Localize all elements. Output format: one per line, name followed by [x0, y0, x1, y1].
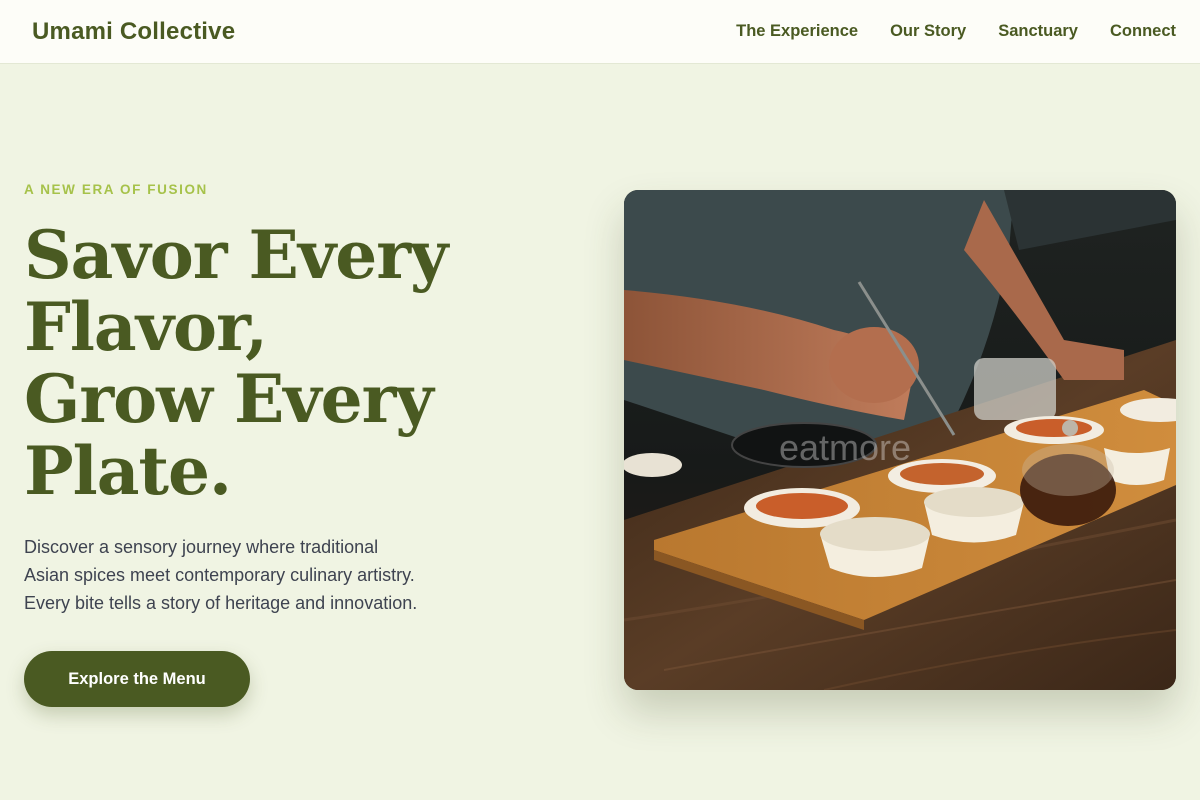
headline-line-2: Flavor,: [24, 288, 268, 366]
description-line-3: Every bite tells a story of heritage and…: [24, 593, 418, 613]
headline-line-4: Plate.: [24, 432, 232, 510]
top-navbar: Umami Collective The Experience Our Stor…: [0, 0, 1200, 64]
headline-line-1: Savor Every: [24, 216, 448, 294]
hero-text-block: A NEW ERA OF FUSION Savor Every Flavor, …: [24, 182, 544, 707]
explore-menu-button[interactable]: Explore the Menu: [24, 651, 250, 707]
hero-description: Discover a sensory journey where traditi…: [24, 533, 544, 617]
nav-link-our-story[interactable]: Our Story: [890, 22, 966, 41]
headline-line-3: Grow Every: [24, 360, 434, 438]
hero-image: eatmore: [624, 190, 1176, 690]
nav-link-connect[interactable]: Connect: [1110, 22, 1176, 41]
hero-eyebrow: A NEW ERA OF FUSION: [24, 182, 208, 197]
nav-links: The Experience Our Story Sanctuary Conne…: [736, 22, 1176, 41]
nav-link-the-experience[interactable]: The Experience: [736, 22, 858, 41]
description-line-2: Asian spices meet contemporary culinary …: [24, 565, 415, 585]
description-line-1: Discover a sensory journey where traditi…: [24, 537, 379, 557]
chef-plating-illustration: eatmore: [624, 190, 1176, 690]
nav-link-sanctuary[interactable]: Sanctuary: [998, 22, 1078, 41]
watermark-text: eatmore: [779, 427, 911, 468]
brand-logo[interactable]: Umami Collective: [32, 18, 235, 46]
hero-headline: Savor Every Flavor, Grow Every Plate.: [24, 219, 544, 507]
